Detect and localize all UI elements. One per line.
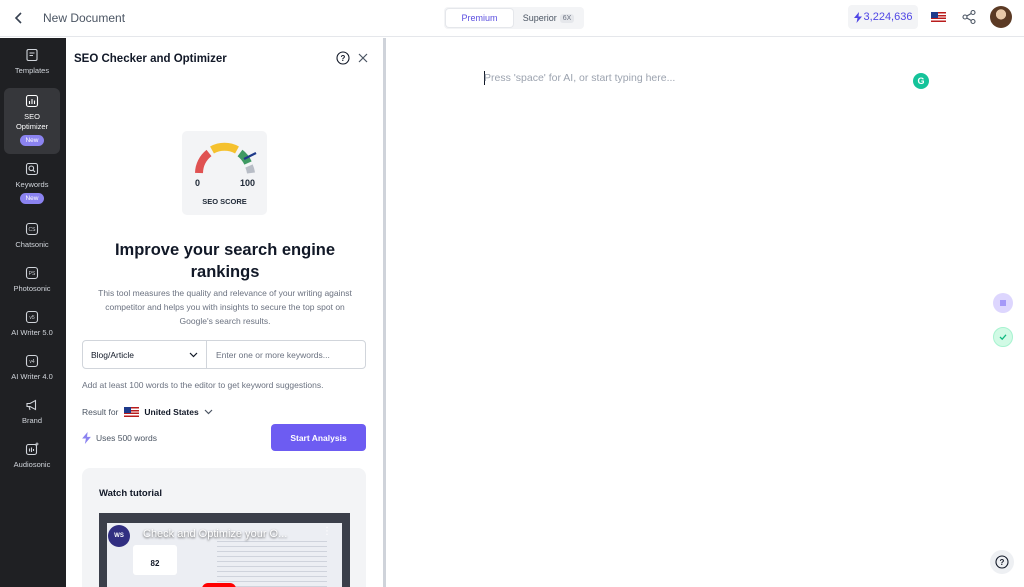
sidebar-item-label: AI Writer 5.0 xyxy=(11,328,53,337)
megaphone-icon xyxy=(26,399,37,411)
document-title[interactable]: New Document xyxy=(43,11,125,25)
video-gauge: 82 xyxy=(133,545,177,575)
close-icon[interactable] xyxy=(357,52,369,64)
svg-text:?: ? xyxy=(341,54,346,63)
tutorial-video[interactable]: 82 WS Check and Optimize your O... ⋮ xyxy=(99,513,350,587)
sidebar-item-label: Templates xyxy=(14,66,50,75)
audiosonic-icon xyxy=(25,442,39,456)
editor-placeholder[interactable]: Press 'space' for AI, or start typing he… xyxy=(484,72,675,84)
start-analysis-button[interactable]: Start Analysis xyxy=(271,424,366,451)
ai-writer-4-icon: v4 xyxy=(25,354,39,368)
sidebar-item-label: Brand xyxy=(21,416,42,425)
chevron-down-icon xyxy=(204,409,213,415)
sidebar-item-chatsonic[interactable]: CS Chatsonic xyxy=(4,222,60,254)
plan-premium-label: Premium xyxy=(461,13,498,23)
video-score: 82 xyxy=(150,559,160,568)
svg-text:?: ? xyxy=(1000,558,1005,567)
help-button[interactable]: ? xyxy=(990,550,1014,574)
panel-description: This tool measures the quality and relev… xyxy=(98,288,352,326)
sidebar-item-label: Chatsonic xyxy=(15,240,49,249)
sidebar-item-photosonic[interactable]: PS Photosonic xyxy=(4,266,60,298)
panel-resize-handle[interactable] xyxy=(383,38,386,587)
sidebar-item-label: AI Writer 4.0 xyxy=(11,372,53,381)
more-options-icon[interactable]: ⋮ xyxy=(322,526,332,537)
svg-text:CS: CS xyxy=(29,227,37,233)
share-icon[interactable] xyxy=(961,9,977,25)
lightning-icon xyxy=(82,432,91,444)
svg-text:v5: v5 xyxy=(29,315,35,321)
sidebar-item-label: Audiosonic xyxy=(13,460,51,469)
list-icon xyxy=(1000,300,1006,306)
keyword-combo: Blog/Article xyxy=(82,340,366,369)
sidebar-item-brand[interactable]: Brand xyxy=(4,398,60,430)
svg-text:PS: PS xyxy=(29,271,36,277)
templates-icon xyxy=(26,48,38,62)
new-badge: New xyxy=(20,193,44,204)
plan-premium-button[interactable]: Premium xyxy=(446,9,513,27)
chevron-down-icon xyxy=(189,352,198,357)
plan-superior-label: Superior xyxy=(522,13,557,23)
channel-logo: WS xyxy=(108,525,130,547)
sidebar-item-keywords[interactable]: Keywords New xyxy=(4,162,60,208)
result-for-row: Result for United States xyxy=(82,407,213,417)
sidebar-item-label: SEO Optimizer xyxy=(15,112,49,131)
plan-toggle: Premium Superior 6X xyxy=(444,7,584,29)
new-badge: New xyxy=(20,135,44,146)
credits-counter[interactable]: 3,224,636 xyxy=(848,5,918,29)
grammarly-icon[interactable]: G xyxy=(913,73,929,89)
tutorial-card: Watch tutorial 82 WS Check and Optimize … xyxy=(82,468,366,587)
sidebar-item-seo-optimizer[interactable]: SEO Optimizer New xyxy=(4,88,60,154)
plan-superior-button[interactable]: Superior 6X xyxy=(515,9,582,27)
top-bar: New Document Premium Superior 6X 3,224,6… xyxy=(0,0,1024,37)
content-type-select[interactable]: Blog/Article xyxy=(83,341,207,368)
chatsonic-icon: CS xyxy=(25,222,39,236)
sidebar: Templates SEO Optimizer New Keywords New… xyxy=(0,38,66,587)
sidebar-item-label: Photosonic xyxy=(13,284,51,293)
sidebar-item-audiosonic[interactable]: Audiosonic xyxy=(4,442,60,474)
content-type-value: Blog/Article xyxy=(91,349,134,360)
panel-title: SEO Checker and Optimizer xyxy=(74,53,227,65)
sidebar-item-ai-writer-5[interactable]: v5 AI Writer 5.0 xyxy=(4,310,60,342)
start-analysis-label: Start Analysis xyxy=(290,432,347,443)
us-flag-icon[interactable] xyxy=(931,12,946,22)
keyword-hint: Add at least 100 words to the editor to … xyxy=(82,380,324,390)
sidebar-item-ai-writer-4[interactable]: v4 AI Writer 4.0 xyxy=(4,354,60,386)
gauge-min-label: 0 xyxy=(195,178,201,188)
us-flag-icon xyxy=(124,407,140,417)
lightning-icon xyxy=(853,11,862,23)
help-icon[interactable]: ? xyxy=(336,51,350,65)
svg-text:v4: v4 xyxy=(29,359,35,365)
gauge-max-label: 100 xyxy=(240,178,256,188)
video-title: Check and Optimize your O... xyxy=(143,528,288,540)
plan-multiplier-badge: 6X xyxy=(559,13,575,23)
help-icon: ? xyxy=(995,555,1009,569)
seo-score-gauge: 0 100 SEO SCORE xyxy=(182,131,267,215)
avatar[interactable] xyxy=(990,6,1012,28)
keywords-search-icon xyxy=(25,162,39,176)
country-value: United States xyxy=(144,407,199,417)
panel-headline: Improve your search engine rankings xyxy=(114,241,336,281)
outline-button[interactable] xyxy=(993,293,1013,313)
seo-chart-icon xyxy=(25,94,39,108)
result-for-label: Result for xyxy=(82,407,119,417)
seo-panel: SEO Checker and Optimizer ? 0 100 SEO SC… xyxy=(66,38,384,587)
back-icon[interactable] xyxy=(12,9,26,27)
keyword-input[interactable] xyxy=(207,341,365,368)
gauge-caption: SEO SCORE xyxy=(202,197,247,206)
word-usage-label: Uses 500 words xyxy=(96,433,157,443)
check-button[interactable] xyxy=(993,327,1013,347)
play-icon[interactable] xyxy=(202,583,236,587)
country-select[interactable]: United States xyxy=(124,407,213,417)
credits-value: 3,224,636 xyxy=(863,11,913,23)
sidebar-item-label: Keywords xyxy=(15,180,49,189)
photosonic-icon: PS xyxy=(25,266,39,280)
word-usage: Uses 500 words xyxy=(82,432,157,444)
check-icon xyxy=(999,334,1007,341)
tutorial-title: Watch tutorial xyxy=(99,488,162,499)
sidebar-item-templates[interactable]: Templates xyxy=(4,48,60,82)
ai-writer-5-icon: v5 xyxy=(25,310,39,324)
